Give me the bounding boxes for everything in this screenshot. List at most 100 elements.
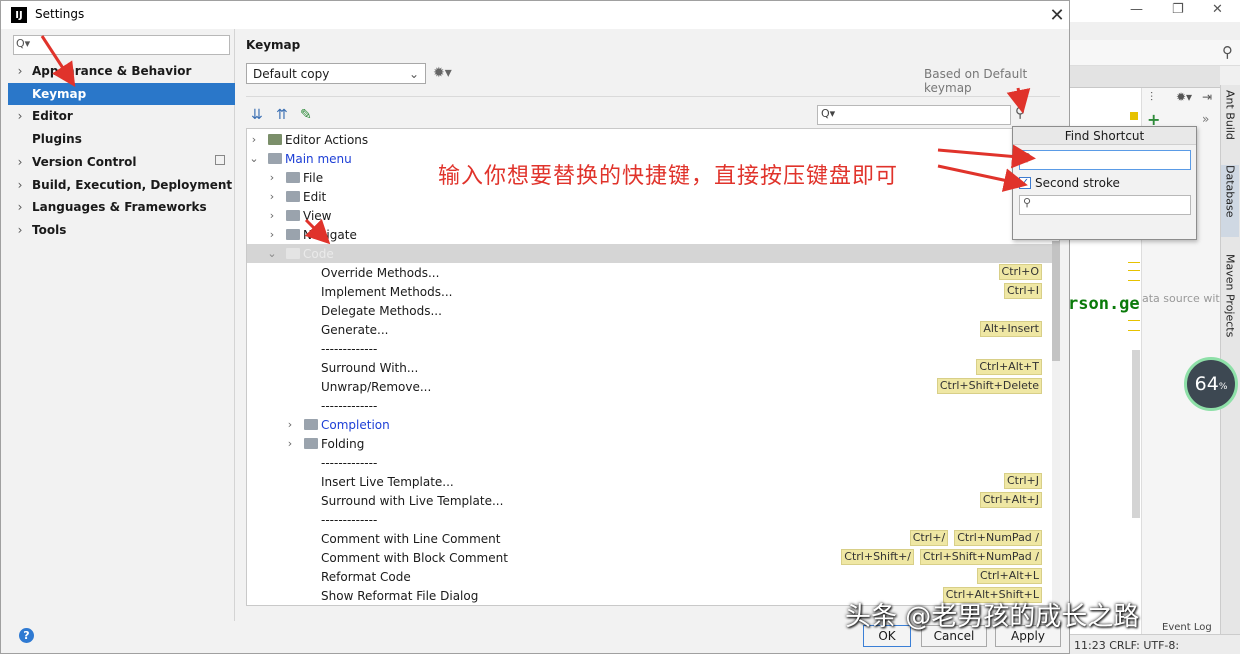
chevron-down-icon[interactable]: ⌄	[265, 247, 279, 260]
tool-tab-ant-build[interactable]: Ant Build	[1221, 90, 1239, 160]
tree-row-label: File	[303, 170, 324, 185]
sidebar-item-keymap[interactable]: Keymap	[8, 83, 235, 105]
folder-icon	[268, 153, 282, 164]
checkbox-checked-icon[interactable]: ✓	[1019, 177, 1031, 189]
separator-text: -------------	[321, 455, 378, 470]
tree-row[interactable]: › Completion	[247, 415, 1053, 434]
chevron-right-icon[interactable]: ›	[283, 437, 297, 450]
shortcut-badge: Ctrl+NumPad /	[954, 530, 1042, 546]
sidebar-item-tools[interactable]: › Tools	[8, 219, 235, 241]
tool-tab-maven-projects[interactable]: Maven Projects	[1221, 254, 1239, 346]
background-tabbar	[1070, 66, 1220, 88]
dialog-titlebar	[1, 1, 1069, 29]
page-title: Keymap	[246, 38, 301, 52]
tree-row-label: Surround With...	[321, 360, 419, 375]
shortcut-badge: Ctrl+Shift+NumPad /	[920, 549, 1042, 565]
find-shortcut-icon[interactable]: ⚲	[1015, 105, 1033, 125]
chevron-right-icon: ›	[17, 155, 23, 169]
tree-row[interactable]: Surround With... Ctrl+Alt+T	[247, 358, 1053, 377]
collapse-all-icon[interactable]: ⇈	[276, 107, 288, 123]
tree-row[interactable]: › Navigate	[247, 225, 1053, 244]
chevron-right-icon[interactable]: ›	[247, 133, 261, 146]
editor-scrollbar[interactable]	[1132, 350, 1140, 518]
tree-row-selected[interactable]: ⌄ Code	[247, 244, 1053, 263]
shortcut-badge: Ctrl+O	[998, 264, 1042, 280]
close-icon[interactable]: ✕	[1045, 3, 1069, 27]
shortcut-badge: Ctrl+Shift+Delete	[936, 378, 1042, 394]
chevron-right-icon[interactable]: ›	[265, 209, 279, 222]
tree-row[interactable]: Generate... Alt+Insert	[247, 320, 1053, 339]
tree-row-label: View	[303, 208, 332, 223]
tree-row-label: Reformat Code	[321, 569, 411, 584]
folder-icon	[286, 229, 300, 240]
sidebar-item-version-control[interactable]: › Version Control p	[8, 151, 235, 173]
chevron-right-icon[interactable]: ›	[265, 171, 279, 184]
shortcut-badge: Ctrl+Alt+T	[976, 359, 1042, 375]
chevron-right-icon[interactable]: ›	[265, 190, 279, 203]
tree-row[interactable]: Comment with Block Comment Ctrl+Shift+/ C…	[247, 548, 1053, 567]
sidebar-item-editor[interactable]: › Editor	[8, 105, 235, 127]
sidebar-item-label: Keymap	[32, 87, 87, 101]
tree-row[interactable]: › View	[247, 206, 1053, 225]
sidebar-item-plugins[interactable]: Plugins	[8, 128, 235, 150]
tree-row-label: Comment with Line Comment	[321, 531, 501, 546]
chevron-right-icon: ›	[17, 200, 23, 214]
tree-row[interactable]: Insert Live Template... Ctrl+J	[247, 472, 1053, 491]
shortcut-badge: Ctrl+/	[909, 530, 949, 546]
sidebar-item-languages[interactable]: › Languages & Frameworks	[8, 196, 235, 218]
restore-icon[interactable]: ❐	[1172, 2, 1184, 17]
action-search-input[interactable]: Q▾	[817, 105, 1011, 125]
tree-row[interactable]: Reformat Code Ctrl+Alt+L	[247, 567, 1053, 586]
search-icon: Q▾	[16, 37, 31, 50]
background-toolbar: ⚲	[1070, 40, 1240, 66]
watermark: 头条 @老男孩的成长之路	[845, 602, 1140, 632]
gear-icon[interactable]: ✹▾	[1176, 90, 1192, 104]
separator-text: -------------	[321, 398, 378, 413]
expand-all-icon[interactable]: ⇊	[251, 107, 263, 123]
shortcut-badge: Ctrl+I	[1003, 283, 1042, 299]
chevron-right-icon[interactable]: ›	[283, 418, 297, 431]
collapse-all-icon[interactable]: ⫶	[1150, 90, 1153, 105]
status-text: 11:23 CRLF: UTF-8:	[1074, 639, 1180, 652]
tool-tab-database[interactable]: Database	[1221, 165, 1239, 237]
second-stroke-checkbox[interactable]: ✓ Second stroke	[1019, 176, 1120, 190]
tree-row[interactable]: Comment with Line Comment Ctrl+/ Ctrl+Num…	[247, 529, 1053, 548]
tree-row[interactable]: Implement Methods... Ctrl+I	[247, 282, 1053, 301]
datasource-hint: ata source with	[1142, 292, 1220, 305]
close-icon[interactable]: ✕	[1212, 2, 1223, 17]
event-log-button[interactable]: Event Log	[1162, 622, 1212, 633]
tree-row[interactable]: › Folding	[247, 434, 1053, 453]
tree-scrollbar-thumb[interactable]	[1052, 241, 1060, 361]
folder-icon	[286, 191, 300, 202]
folder-icon	[286, 172, 300, 183]
tree-row[interactable]: Override Methods... Ctrl+O	[247, 263, 1053, 282]
tree-row-label: Unwrap/Remove...	[321, 379, 432, 394]
help-button[interactable]: ?	[19, 628, 34, 643]
tree-separator: -------------	[247, 396, 1053, 415]
code-fragment: rson.ge	[1068, 294, 1140, 314]
tree-row-label: Completion	[321, 417, 390, 432]
settings-search-input[interactable]: Q▾	[13, 35, 230, 55]
tree-separator: -------------	[247, 453, 1053, 472]
tree-row[interactable]: › Editor Actions	[247, 130, 1053, 149]
more-icon[interactable]: »	[1202, 112, 1209, 126]
keymap-select[interactable]: Default copy ⌄	[246, 63, 426, 84]
chevron-down-icon: ⌄	[408, 66, 419, 81]
hide-panel-icon[interactable]: ⇥	[1202, 90, 1212, 104]
second-stroke-input[interactable]: ⚲	[1019, 195, 1191, 215]
first-stroke-input[interactable]: ⚲	[1019, 150, 1191, 170]
tree-row[interactable]: Delegate Methods...	[247, 301, 1053, 320]
sidebar-item-label: Appearance & Behavior	[32, 64, 192, 78]
tree-row-label: Main menu	[285, 151, 352, 166]
minimize-icon[interactable]: —	[1130, 2, 1143, 17]
chevron-down-icon[interactable]: ⌄	[247, 152, 261, 165]
chevron-right-icon: ›	[17, 178, 23, 192]
chevron-right-icon[interactable]: ›	[265, 228, 279, 241]
tree-row[interactable]: Surround with Live Template... Ctrl+Alt+…	[247, 491, 1053, 510]
edit-shortcut-icon[interactable]: ✎	[300, 107, 312, 123]
gear-icon[interactable]: ✹▾	[433, 65, 452, 81]
search-icon[interactable]: ⚲	[1222, 43, 1233, 61]
sidebar-item-appearance[interactable]: › Appearance & Behavior	[8, 60, 235, 82]
sidebar-item-build[interactable]: › Build, Execution, Deployment	[8, 174, 235, 196]
tree-row[interactable]: Unwrap/Remove... Ctrl+Shift+Delete	[247, 377, 1053, 396]
